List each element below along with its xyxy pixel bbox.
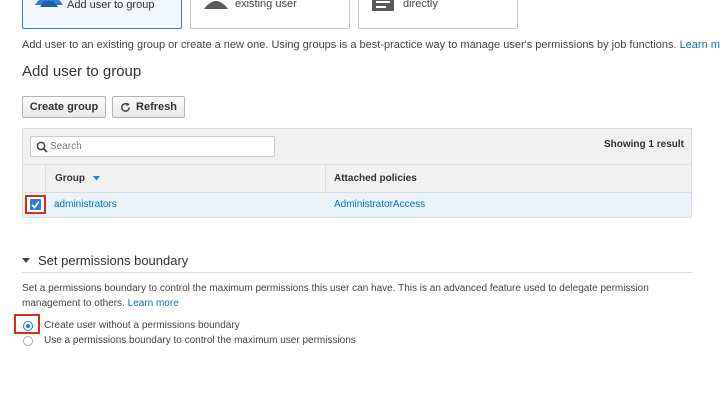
column-header-policies: Attached policies: [334, 173, 417, 184]
radio-button[interactable]: [23, 320, 33, 331]
users-group-icon: [33, 0, 63, 15]
boundary-description: Set a permissions boundary to control th…: [22, 281, 692, 311]
learn-more-link[interactable]: Learn more: [680, 39, 720, 51]
option-label: Attach existing policies directly: [403, 0, 438, 10]
table-header: Group Attached policies: [23, 165, 691, 193]
caret-down-icon: [22, 258, 30, 263]
checkmark-icon: [31, 201, 40, 209]
search-icon: [36, 140, 48, 153]
boundary-title: Set permissions boundary: [38, 253, 189, 268]
radio-label: Use a permissions boundary to control th…: [44, 335, 356, 346]
policy-link[interactable]: AdministratorAccess: [334, 199, 425, 210]
radio-option-use-boundary[interactable]: Use a permissions boundary to control th…: [22, 335, 356, 346]
table-row[interactable]: administrators AdministratorAccess: [23, 193, 691, 217]
table-toolbar: Showing 1 result: [23, 129, 691, 165]
option-copy-permissions[interactable]: Copy permissions from existing user: [190, 0, 350, 29]
result-count: Showing 1 result: [603, 139, 684, 150]
option-label: Copy permissions from existing user: [235, 0, 297, 10]
search-input[interactable]: [50, 139, 270, 154]
boundary-description-text: Set a permissions boundary to control th…: [22, 283, 649, 309]
document-icon: [372, 0, 402, 15]
intro-text: Add user to an existing group or create …: [22, 39, 720, 51]
groups-table: Showing 1 result Group Attached policies…: [22, 128, 692, 218]
radio-option-no-boundary[interactable]: Create user without a permissions bounda…: [22, 320, 240, 331]
learn-more-link[interactable]: Learn more: [128, 298, 179, 309]
sort-down-icon: [92, 173, 100, 184]
option-label: Add user to group: [67, 0, 155, 11]
boundary-toggle[interactable]: Set permissions boundary: [22, 253, 188, 268]
option-attach-policies[interactable]: Attach existing policies directly: [358, 0, 518, 29]
refresh-button[interactable]: Refresh: [112, 96, 185, 118]
column-divider: [45, 165, 46, 192]
column-divider: [325, 165, 326, 192]
column-header-group[interactable]: Group: [55, 173, 100, 184]
refresh-label: Refresh: [136, 101, 177, 113]
row-checkbox[interactable]: [30, 199, 41, 210]
radio-label: Create user without a permissions bounda…: [44, 320, 240, 331]
divider: [22, 272, 692, 273]
create-group-label: Create group: [29, 101, 99, 113]
refresh-icon: [120, 101, 131, 113]
section-title: Add user to group: [22, 63, 142, 80]
group-link[interactable]: administrators: [54, 199, 117, 210]
column-header-group-label: Group: [55, 173, 85, 184]
create-group-button[interactable]: Create group: [22, 96, 106, 118]
radio-button[interactable]: [23, 335, 33, 346]
user-icon: [203, 0, 233, 15]
option-add-user-to-group[interactable]: Add user to group: [22, 0, 182, 29]
intro-text-body: Add user to an existing group or create …: [22, 39, 680, 51]
search-box[interactable]: [30, 136, 275, 157]
row-checkbox-frame: [25, 195, 46, 214]
